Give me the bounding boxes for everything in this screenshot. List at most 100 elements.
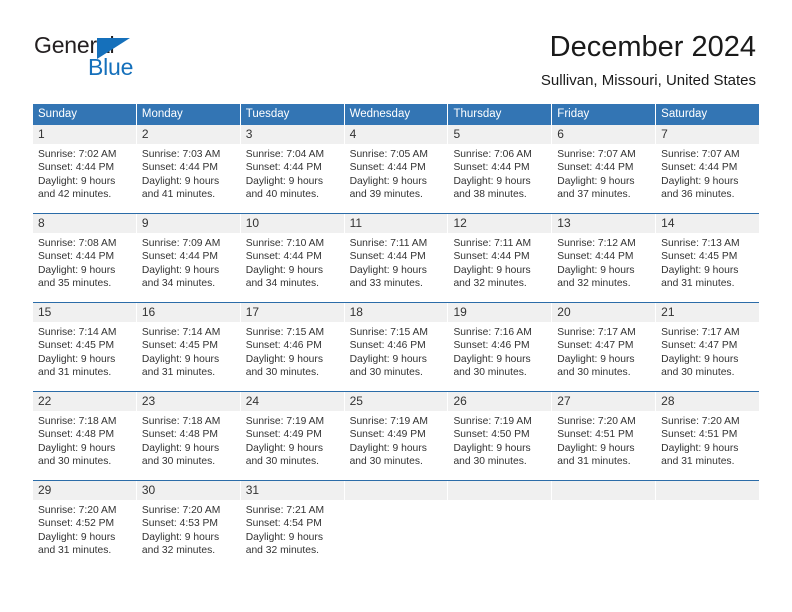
daylight-text: Daylight: 9 hours bbox=[245, 264, 323, 276]
sunset-text: Sunset: 4:44 PM bbox=[349, 251, 426, 263]
day-cell[interactable]: 30 Sunrise: 7:20 AM Sunset: 4:53 PM Dayligh… bbox=[136, 481, 240, 565]
sunset-text: Sunset: 4:44 PM bbox=[245, 162, 322, 174]
sunset-text: Sunset: 4:44 PM bbox=[38, 251, 115, 263]
sunrise-text: Sunrise: 7:20 AM bbox=[661, 416, 740, 427]
daylight-text: Daylight: 9 hours bbox=[141, 264, 220, 276]
sunrise-text: Sunrise: 7:20 AM bbox=[141, 505, 221, 516]
daylight-text: and 32 minutes. bbox=[453, 278, 527, 290]
day-cell[interactable]: 21 Sunrise: 7:17 AM Sunset: 4:47 PM Dayligh… bbox=[656, 303, 760, 387]
day-details bbox=[552, 500, 655, 504]
day-cell[interactable]: 4 Sunrise: 7:05 AM Sunset: 4:44 PM Daylight… bbox=[344, 125, 448, 209]
day-number: 13 bbox=[552, 214, 656, 233]
sunrise-text: Sunrise: 7:19 AM bbox=[453, 416, 532, 427]
day-cell[interactable]: 19 Sunrise: 7:16 AM Sunset: 4:46 PM Dayligh… bbox=[448, 303, 552, 387]
day-cell[interactable]: 15 Sunrise: 7:14 AM Sunset: 4:45 PM Dayligh… bbox=[33, 303, 136, 387]
day-cell[interactable]: 14 Sunrise: 7:13 AM Sunset: 4:45 PM Dayligh… bbox=[656, 214, 760, 298]
day-details: Sunrise: 7:19 AM Sunset: 4:49 PM Daylight:… bbox=[241, 411, 344, 469]
daylight-text: and 30 minutes. bbox=[349, 456, 423, 468]
day-cell[interactable]: 17 Sunrise: 7:15 AM Sunset: 4:46 PM Dayligh… bbox=[240, 303, 344, 387]
weekday-header-monday: Monday bbox=[136, 104, 240, 125]
day-cell-empty bbox=[552, 481, 656, 565]
day-cell[interactable]: 23 Sunrise: 7:18 AM Sunset: 4:48 PM Dayligh… bbox=[136, 392, 240, 476]
sunset-text: Sunset: 4:49 PM bbox=[349, 429, 426, 441]
day-number: 28 bbox=[656, 392, 760, 411]
weekday-header-friday: Friday bbox=[552, 104, 656, 125]
day-number: 5 bbox=[448, 125, 552, 144]
daylight-text: Daylight: 9 hours bbox=[141, 442, 220, 454]
day-cell[interactable]: 18 Sunrise: 7:15 AM Sunset: 4:46 PM Dayligh… bbox=[344, 303, 448, 387]
day-cell[interactable]: 25 Sunrise: 7:19 AM Sunset: 4:49 PM Dayligh… bbox=[344, 392, 448, 476]
sunrise-text: Sunrise: 7:18 AM bbox=[141, 416, 221, 427]
day-cell[interactable]: 27 Sunrise: 7:20 AM Sunset: 4:51 PM Dayligh… bbox=[552, 392, 656, 476]
day-cell[interactable]: 1 Sunrise: 7:02 AM Sunset: 4:44 PM Daylight… bbox=[33, 125, 136, 209]
sunset-text: Sunset: 4:47 PM bbox=[661, 340, 738, 352]
logo[interactable]: General Blue bbox=[34, 32, 234, 92]
sunrise-text: Sunrise: 7:20 AM bbox=[557, 416, 636, 427]
day-number: 23 bbox=[136, 392, 240, 411]
daylight-text: and 36 minutes. bbox=[661, 189, 735, 201]
day-cell[interactable]: 6 Sunrise: 7:07 AM Sunset: 4:44 PM Daylight… bbox=[552, 125, 656, 209]
day-number: 7 bbox=[656, 125, 760, 144]
day-cell[interactable]: 10 Sunrise: 7:10 AM Sunset: 4:44 PM Dayligh… bbox=[240, 214, 344, 298]
day-number: 19 bbox=[448, 303, 552, 322]
day-cell[interactable]: 7 Sunrise: 7:07 AM Sunset: 4:44 PM Daylight… bbox=[656, 125, 760, 209]
day-cell[interactable]: 2 Sunrise: 7:03 AM Sunset: 4:44 PM Daylight… bbox=[136, 125, 240, 209]
sunset-text: Sunset: 4:44 PM bbox=[661, 162, 738, 174]
sunset-text: Sunset: 4:44 PM bbox=[38, 162, 115, 174]
day-cell[interactable]: 24 Sunrise: 7:19 AM Sunset: 4:49 PM Dayligh… bbox=[240, 392, 344, 476]
daylight-text: Daylight: 9 hours bbox=[557, 175, 635, 187]
day-details: Sunrise: 7:07 AM Sunset: 4:44 PM Daylight:… bbox=[656, 144, 759, 202]
day-number: 30 bbox=[136, 481, 240, 500]
day-cell[interactable]: 11 Sunrise: 7:11 AM Sunset: 4:44 PM Dayligh… bbox=[344, 214, 448, 298]
page-header: General Blue December 2024 Sullivan, Mis… bbox=[0, 0, 792, 100]
daylight-text: Daylight: 9 hours bbox=[245, 175, 323, 187]
sunset-text: Sunset: 4:44 PM bbox=[557, 251, 634, 263]
sunset-text: Sunset: 4:54 PM bbox=[245, 518, 322, 530]
day-cell[interactable]: 3 Sunrise: 7:04 AM Sunset: 4:44 PM Daylight… bbox=[240, 125, 344, 209]
daylight-text: Daylight: 9 hours bbox=[557, 353, 635, 365]
daylight-text: Daylight: 9 hours bbox=[453, 353, 531, 365]
daylight-text: Daylight: 9 hours bbox=[245, 531, 323, 543]
day-number: 1 bbox=[33, 125, 136, 144]
daylight-text: Daylight: 9 hours bbox=[38, 264, 116, 276]
day-cell[interactable]: 31 Sunrise: 7:21 AM Sunset: 4:54 PM Dayligh… bbox=[240, 481, 344, 565]
day-number: 17 bbox=[240, 303, 344, 322]
day-cell[interactable]: 13 Sunrise: 7:12 AM Sunset: 4:44 PM Dayligh… bbox=[552, 214, 656, 298]
day-cell[interactable]: 29 Sunrise: 7:20 AM Sunset: 4:52 PM Dayligh… bbox=[33, 481, 136, 565]
day-number: 11 bbox=[344, 214, 448, 233]
daylight-text: and 34 minutes. bbox=[245, 278, 319, 290]
day-number bbox=[552, 481, 656, 500]
day-cell[interactable]: 16 Sunrise: 7:14 AM Sunset: 4:45 PM Dayligh… bbox=[136, 303, 240, 387]
day-cell[interactable]: 5 Sunrise: 7:06 AM Sunset: 4:44 PM Daylight… bbox=[448, 125, 552, 209]
sunrise-text: Sunrise: 7:08 AM bbox=[38, 238, 117, 249]
day-details: Sunrise: 7:19 AM Sunset: 4:49 PM Daylight:… bbox=[345, 411, 448, 469]
weekday-header-wednesday: Wednesday bbox=[344, 104, 448, 125]
day-details: Sunrise: 7:13 AM Sunset: 4:45 PM Daylight:… bbox=[656, 233, 759, 291]
day-cell[interactable]: 9 Sunrise: 7:09 AM Sunset: 4:44 PM Daylight… bbox=[136, 214, 240, 298]
day-cell[interactable]: 12 Sunrise: 7:11 AM Sunset: 4:44 PM Dayligh… bbox=[448, 214, 552, 298]
day-details: Sunrise: 7:07 AM Sunset: 4:44 PM Daylight:… bbox=[552, 144, 655, 202]
daylight-text: Daylight: 9 hours bbox=[557, 264, 635, 276]
daylight-text: and 31 minutes. bbox=[38, 367, 112, 379]
day-cell[interactable]: 26 Sunrise: 7:19 AM Sunset: 4:50 PM Dayligh… bbox=[448, 392, 552, 476]
day-details: Sunrise: 7:20 AM Sunset: 4:51 PM Daylight:… bbox=[552, 411, 655, 469]
sunrise-text: Sunrise: 7:11 AM bbox=[349, 238, 428, 249]
sunrise-text: Sunrise: 7:19 AM bbox=[245, 416, 325, 427]
calendar-grid: Sunday Monday Tuesday Wednesday Thursday Frid… bbox=[33, 104, 760, 565]
day-cell[interactable]: 22 Sunrise: 7:18 AM Sunset: 4:48 PM Dayligh… bbox=[33, 392, 136, 476]
day-details: Sunrise: 7:17 AM Sunset: 4:47 PM Daylight:… bbox=[656, 322, 759, 380]
day-number: 12 bbox=[448, 214, 552, 233]
calendar-weeks: 1 Sunrise: 7:02 AM Sunset: 4:44 PM Daylight… bbox=[33, 125, 760, 565]
sunrise-text: Sunrise: 7:15 AM bbox=[245, 327, 325, 338]
day-cell-empty bbox=[448, 481, 552, 565]
day-cell[interactable]: 8 Sunrise: 7:08 AM Sunset: 4:44 PM Daylight… bbox=[33, 214, 136, 298]
day-cell[interactable]: 20 Sunrise: 7:17 AM Sunset: 4:47 PM Dayligh… bbox=[552, 303, 656, 387]
day-number: 6 bbox=[552, 125, 656, 144]
daylight-text: and 35 minutes. bbox=[38, 278, 112, 290]
day-cell[interactable]: 28 Sunrise: 7:20 AM Sunset: 4:51 PM Dayligh… bbox=[656, 392, 760, 476]
daylight-text: and 32 minutes. bbox=[557, 278, 631, 290]
sunset-text: Sunset: 4:44 PM bbox=[141, 251, 218, 263]
sunrise-text: Sunrise: 7:19 AM bbox=[349, 416, 428, 427]
sunset-text: Sunset: 4:45 PM bbox=[661, 251, 738, 263]
sunrise-text: Sunrise: 7:14 AM bbox=[141, 327, 221, 338]
